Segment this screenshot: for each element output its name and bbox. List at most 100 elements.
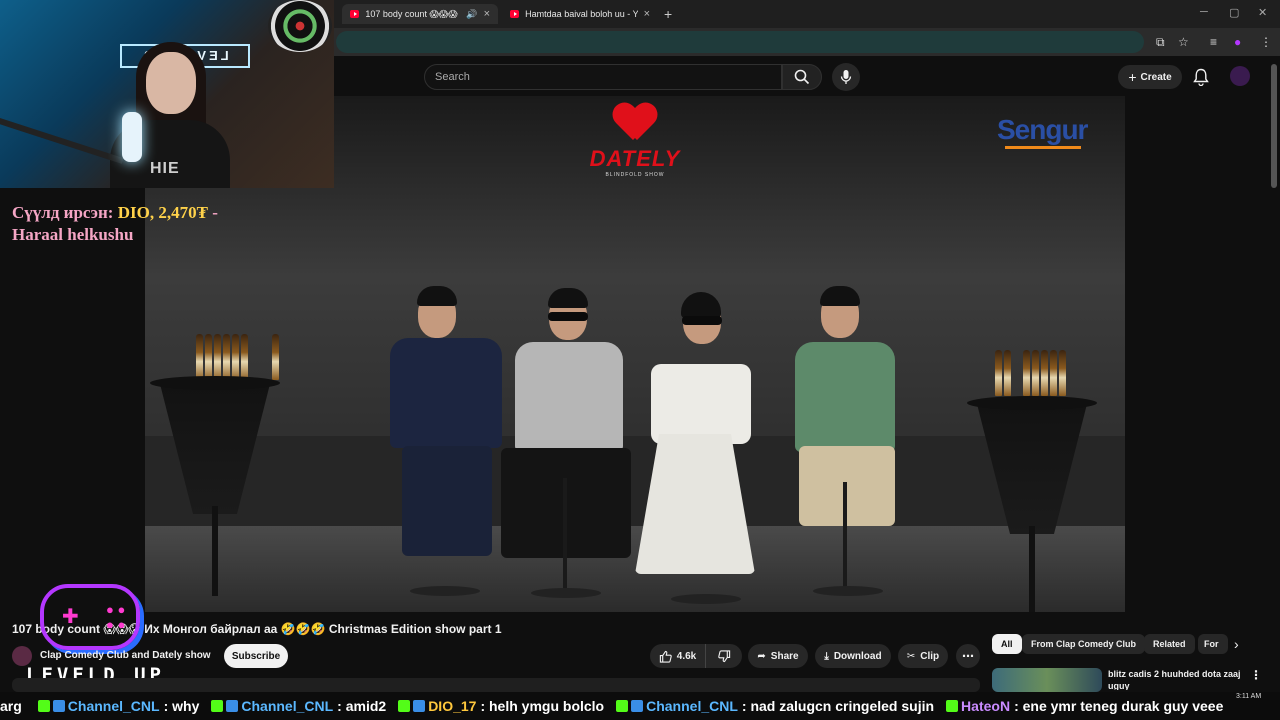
last-donation-alert: Сүүлд ирсэн: DIO, 2,470₮ - Haraal helkus…	[12, 202, 262, 246]
kick-badge-icon	[616, 700, 629, 712]
chat-text: : nad zalugcn cringeled sujin	[741, 698, 935, 714]
system-clock: 3:11 AM	[1236, 693, 1262, 700]
kick-badge-icon	[211, 700, 224, 712]
share-button[interactable]: ➦ Share	[748, 644, 808, 668]
beer-bottles	[995, 350, 1066, 396]
maximize-icon[interactable]: ▢	[1229, 6, 1239, 19]
address-bar[interactable]	[336, 31, 1144, 53]
close-tab-icon[interactable]: ×	[644, 8, 650, 20]
beer-bottles	[196, 334, 279, 380]
clip-label: Clip	[920, 650, 940, 662]
close-window-icon[interactable]: ✕	[1258, 6, 1267, 19]
like-dislike-group: 4.6k	[650, 644, 742, 668]
dislike-button[interactable]	[707, 644, 742, 668]
notifications-button[interactable]	[1190, 66, 1212, 88]
chat-username: arg	[0, 698, 22, 714]
create-label: Create	[1140, 71, 1172, 83]
streamer-webcam: LEVEL UP HIE	[0, 0, 334, 188]
leveldup-logo: ✚ ● ● ● ● LEVELD UP	[26, 582, 166, 692]
kick-badge-icon	[398, 700, 411, 712]
stage-backdrop	[145, 436, 1125, 526]
microphone	[122, 112, 142, 162]
chat-text: : why	[163, 698, 200, 714]
chat-ticker: arg Channel_CNL : why Channel_CNL : amid…	[0, 692, 1280, 720]
chat-username: HateoN	[961, 698, 1011, 714]
chip-all[interactable]: All	[992, 634, 1022, 654]
subscriber-badge-icon	[226, 700, 239, 712]
streamer-shirt-text: HIE	[150, 160, 180, 177]
search-input[interactable]: Search	[424, 64, 782, 90]
recommended-thumbnail[interactable]	[992, 668, 1102, 692]
share-label: Share	[770, 650, 799, 662]
minimize-icon[interactable]: ─	[1200, 6, 1208, 18]
thumbs-up-icon	[659, 650, 672, 663]
media-control-icon[interactable]: ≡	[1210, 35, 1217, 49]
tab-second-video[interactable]: Hamtdaa baival boloh uu - You ×	[502, 4, 658, 24]
create-button[interactable]: + Create	[1118, 65, 1182, 89]
kick-badge-icon	[946, 700, 959, 712]
download-label: Download	[833, 650, 882, 662]
account-avatar[interactable]	[1230, 66, 1250, 86]
tab-title: 107 body count 😱😱😱 И	[365, 8, 461, 19]
tab-title: Hamtdaa baival boloh uu - You	[525, 9, 638, 19]
chat-message: Channel_CNL : amid2	[211, 698, 386, 714]
subscribe-button[interactable]: Subscribe	[224, 644, 288, 668]
search-button[interactable]	[782, 64, 822, 90]
donation-label: Сүүлд ирсэн:	[12, 203, 118, 222]
chat-text: : helh ymgu bolclo	[480, 698, 605, 714]
voice-search-button[interactable]	[832, 63, 860, 91]
channel-name[interactable]: Clap Comedy Club and Dately show	[40, 650, 211, 661]
sponsor-logo-underline	[1005, 146, 1081, 149]
chat-message: Channel_CNL : why	[37, 698, 200, 714]
chat-message: arg	[0, 698, 26, 714]
plus-icon: +	[1128, 69, 1137, 85]
youtube-favicon-icon	[510, 10, 520, 18]
more-icon: ⋯	[962, 649, 974, 663]
page-scrollbar[interactable]	[1271, 64, 1277, 188]
browser-menu-icon[interactable]: ⋮	[1260, 35, 1272, 49]
chat-text: : ene ymr teneg durak guy veee	[1014, 698, 1224, 714]
kick-badge-icon	[37, 700, 50, 712]
search-icon	[794, 69, 810, 85]
download-button[interactable]: ⤓ Download	[815, 644, 891, 668]
donation-message: Haraal helkushu	[12, 225, 134, 244]
profile-icon[interactable]: ●	[1234, 35, 1241, 49]
dately-logo: DATELY BLINDFOLD SHOW	[585, 104, 685, 194]
youtube-favicon-icon	[350, 10, 360, 18]
dately-logo-text: DATELY	[589, 146, 681, 171]
channel-avatar[interactable]	[12, 646, 32, 666]
dartboard	[268, 0, 332, 52]
like-count: 4.6k	[676, 650, 697, 662]
bookmark-star-icon[interactable]: ☆	[1178, 35, 1189, 49]
chat-username: DIO_17	[428, 698, 477, 714]
chip-related[interactable]: Related	[1144, 634, 1195, 654]
close-tab-icon[interactable]: ×	[484, 8, 490, 20]
chevron-right-icon[interactable]: ›	[1234, 636, 1239, 652]
gamepad-icon: ✚ ● ● ● ●	[40, 584, 140, 650]
more-actions-button[interactable]: ⋯	[956, 644, 980, 668]
chip-from-channel[interactable]: From Clap Comedy Club	[1022, 634, 1146, 654]
chip-for-you[interactable]: For	[1198, 634, 1228, 654]
tab-active-video[interactable]: 107 body count 😱😱😱 И 🔊 ×	[342, 4, 498, 24]
donation-amount: DIO, 2,470₮	[117, 203, 208, 222]
scissors-icon: ✂	[906, 650, 916, 662]
recommended-more-icon[interactable]: ⋮	[1250, 668, 1262, 682]
chat-message: HateoN : ene ymr teneg durak guy veee	[946, 698, 1223, 714]
description-box[interactable]	[12, 678, 980, 692]
streamer-face	[146, 52, 196, 114]
microphone-icon	[840, 70, 852, 84]
recommended-title[interactable]: blitz cadis 2 huuhded dota zaaj uguy	[1108, 668, 1246, 690]
donation-separator: -	[207, 203, 218, 222]
clip-button[interactable]: ✂ Clip	[898, 644, 948, 668]
like-button[interactable]: 4.6k	[650, 644, 706, 668]
subscriber-badge-icon	[413, 700, 426, 712]
speaker-icon[interactable]: 🔊	[466, 9, 477, 20]
chat-text: : amid2	[337, 698, 387, 714]
stage-floor	[145, 526, 1125, 612]
install-app-icon[interactable]: ⧉	[1156, 35, 1165, 50]
new-tab-icon[interactable]: +	[664, 6, 672, 22]
chat-username: Channel_CNL	[241, 698, 334, 714]
chat-message: Channel_CNL : nad zalugcn cringeled suji…	[616, 698, 934, 714]
bell-icon	[1193, 68, 1209, 86]
subscriber-badge-icon	[52, 700, 65, 712]
